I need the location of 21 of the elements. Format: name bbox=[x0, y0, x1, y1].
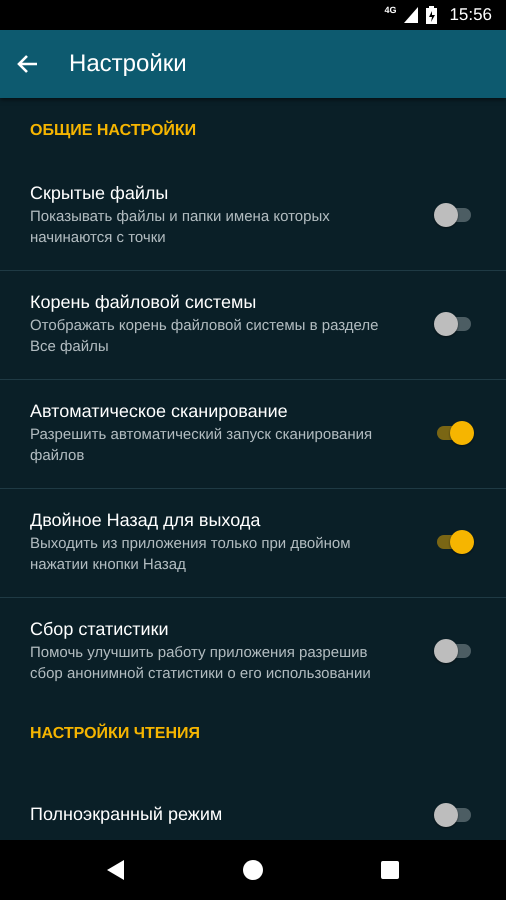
setting-summary: Показывать файлы и папки имена которых начинаются с точки bbox=[30, 207, 331, 248]
setting-summary: Выходить из приложения только при двойном нажатии кнопки Назад bbox=[30, 534, 352, 575]
section-header: НАСТРОЙКИ ЧТЕНИЯ bbox=[29, 722, 201, 744]
home-icon[interactable] bbox=[243, 860, 263, 880]
back-icon[interactable] bbox=[107, 860, 125, 880]
screen-title: Настройки bbox=[69, 50, 187, 78]
back-arrow-icon[interactable] bbox=[16, 54, 38, 74]
setting-title: Двойное Назад для выхода bbox=[30, 509, 262, 531]
battery-icon bbox=[426, 6, 438, 24]
setting-summary: Разрешить автоматический запуск сканирования файлов bbox=[30, 425, 374, 466]
setting-title: Автоматическое сканирование bbox=[30, 400, 289, 422]
setting-summary: Отображать корень файловой системы в разделе Все файлы bbox=[30, 316, 380, 357]
signal-icon bbox=[404, 7, 418, 23]
network-label: 4G bbox=[384, 6, 396, 15]
section-header: ОБЩИЕ НАСТРОЙКИ bbox=[29, 120, 198, 141]
setting-summary: Помочь улучшить работу приложения разрешив сбор анонимной статистики о его использовании bbox=[30, 643, 372, 684]
setting-title: Скрытые файлы bbox=[30, 182, 170, 204]
setting-title: Сбор статистики bbox=[30, 618, 170, 640]
setting-title: Корень файловой системы bbox=[30, 291, 258, 313]
clock-time: 15:56 bbox=[449, 4, 492, 26]
setting-title: Полноэкранный режим bbox=[30, 803, 222, 825]
